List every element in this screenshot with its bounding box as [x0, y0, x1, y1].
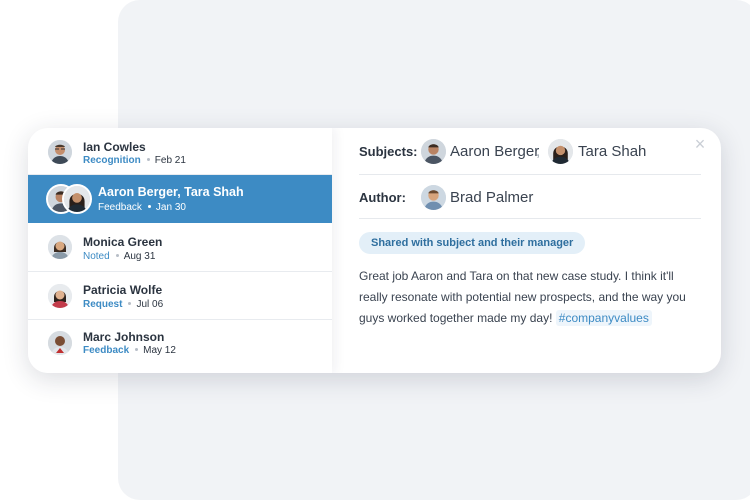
list-item[interactable]: Marc Johnson Feedback May 12	[28, 320, 332, 373]
list-item[interactable]: Patricia Wolfe Request Jul 06	[28, 272, 332, 320]
divider	[359, 174, 701, 175]
item-date: Aug 31	[123, 251, 156, 262]
item-name: Marc Johnson	[83, 330, 165, 344]
subjects-label: Subjects:	[359, 144, 418, 159]
list-item[interactable]: Monica Green Noted Aug 31	[28, 223, 332, 272]
author-name[interactable]: Brad Palmer	[450, 189, 533, 206]
woman-avatar	[48, 235, 72, 259]
visibility-badge: Shared with subject and their manager	[359, 232, 586, 254]
item-type: Request	[83, 299, 123, 310]
item-date: Feb 21	[154, 155, 186, 166]
subject-separator: ,	[536, 143, 541, 160]
item-meta: Recognition Feb 21	[83, 155, 186, 166]
subject-name[interactable]: Aaron Berger	[450, 143, 539, 160]
item-type: Recognition	[83, 155, 141, 166]
woman-avatar	[62, 184, 92, 214]
item-meta: Noted Aug 31	[83, 251, 155, 262]
close-icon[interactable]: ×	[692, 135, 708, 153]
list-item-selected[interactable]: Aaron Berger, Tara Shah Feedback Jan 30	[28, 175, 332, 223]
separator-dot	[115, 253, 119, 257]
item-name: Patricia Wolfe	[83, 283, 163, 297]
item-date: Jan 30	[155, 202, 186, 213]
feedback-message: Great job Aaron and Tara on that new cas…	[359, 266, 704, 329]
hashtag-link[interactable]: #companyvalues	[555, 310, 652, 326]
woman-avatar	[548, 139, 573, 164]
item-meta: Request Jul 06	[83, 299, 163, 310]
feedback-detail: × Subjects: Aaron Berger , Tara Shah Aut…	[332, 128, 721, 373]
list-item[interactable]: Ian Cowles Recognition Feb 21	[28, 128, 332, 175]
man-avatar	[421, 185, 446, 210]
item-meta: Feedback Jan 30	[98, 202, 186, 213]
man-avatar	[48, 331, 72, 355]
feedback-card: Ian Cowles Recognition Feb 21 Aaron Berge…	[28, 128, 721, 373]
item-name: Aaron Berger, Tara Shah	[98, 185, 244, 199]
subject-name[interactable]: Tara Shah	[578, 143, 646, 160]
separator-dot	[135, 347, 139, 351]
item-name: Ian Cowles	[83, 140, 146, 154]
item-date: May 12	[143, 345, 176, 356]
separator-dot	[146, 157, 150, 161]
item-name: Monica Green	[83, 235, 163, 249]
man-avatar	[421, 139, 446, 164]
feedback-list: Ian Cowles Recognition Feb 21 Aaron Berge…	[28, 128, 332, 373]
author-label: Author:	[359, 190, 406, 205]
separator-dot	[147, 204, 151, 208]
item-type: Feedback	[98, 202, 142, 213]
item-type: Noted	[83, 251, 110, 262]
separator-dot	[128, 301, 132, 305]
item-meta: Feedback May 12	[83, 345, 176, 356]
woman-avatar	[48, 284, 72, 308]
item-type: Feedback	[83, 345, 130, 356]
item-date: Jul 06	[136, 299, 164, 310]
divider	[359, 218, 701, 219]
man-glasses-avatar	[48, 140, 72, 164]
